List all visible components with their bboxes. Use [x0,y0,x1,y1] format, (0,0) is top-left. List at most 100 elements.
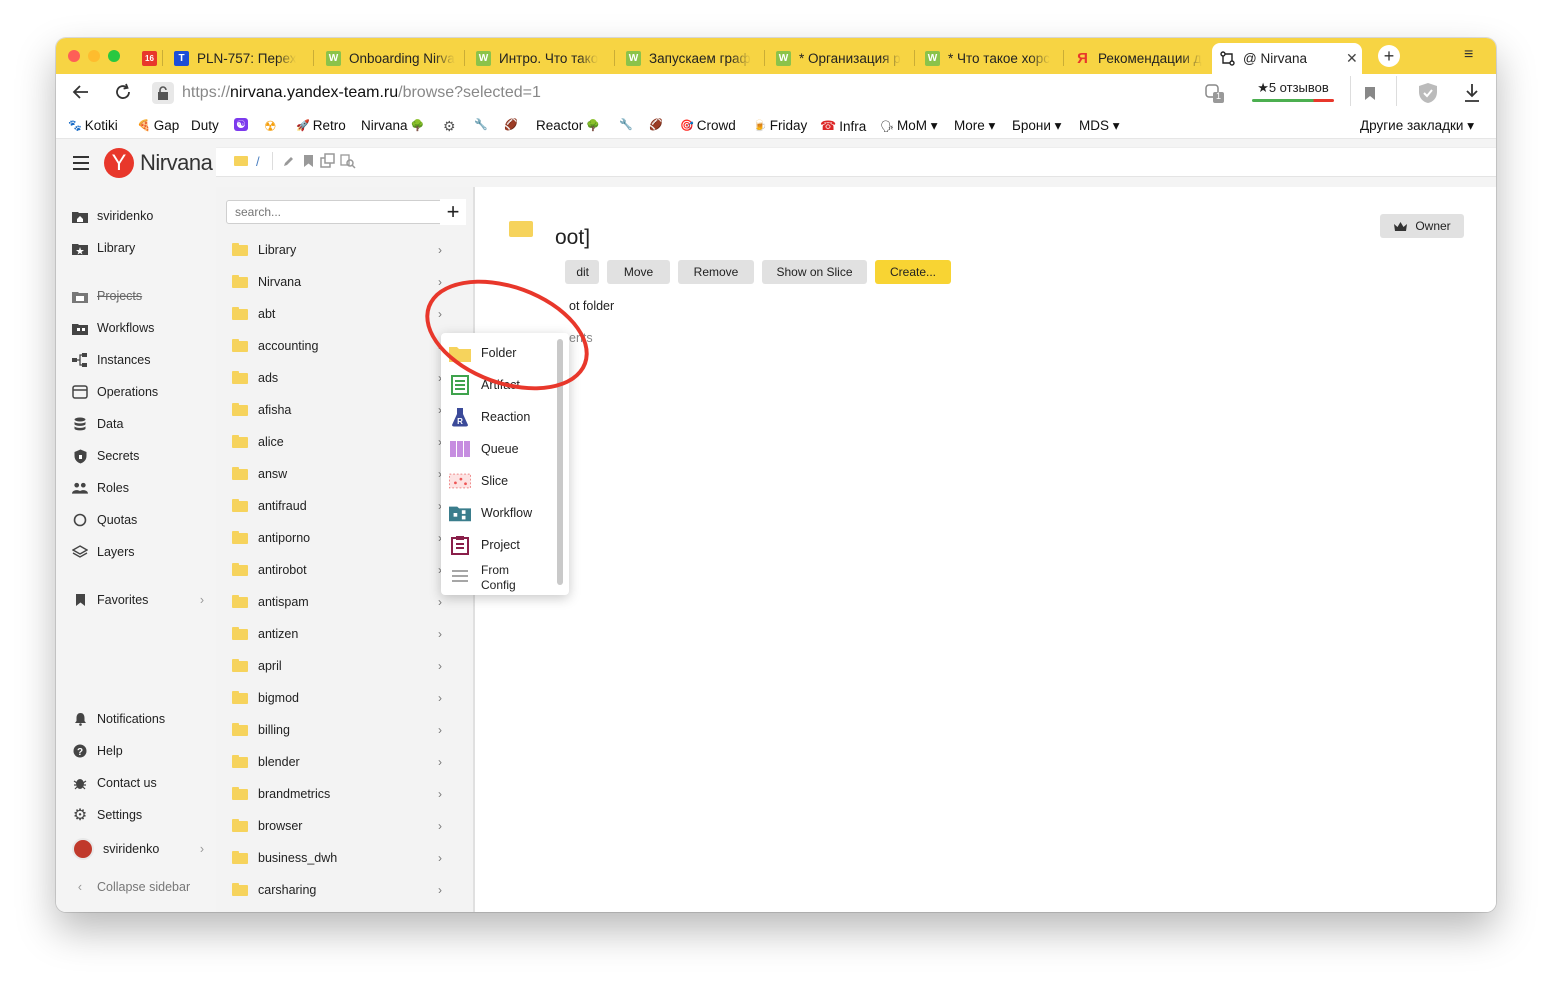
folder-row[interactable]: business_dwh › [232,848,442,868]
folder-row[interactable]: bigmod › [232,688,442,708]
folder-row[interactable]: antispam › [232,592,442,612]
tab-recommendations[interactable]: Я Рекомендации д [1067,43,1212,74]
edit-button[interactable]: dit [565,260,599,284]
folder-row[interactable]: browser › [232,816,442,836]
folder-row[interactable]: abt › [232,304,442,324]
nav-help[interactable]: ? Help [72,744,123,758]
tab-intro[interactable]: W Интро. Что тако [468,43,613,74]
folder-row[interactable]: antizen › [232,624,442,644]
nav-favorites[interactable]: Favorites › [72,593,204,607]
browser-menu-icon[interactable]: ≡ [1464,46,1473,64]
tab-launch[interactable]: W Запускаем граф [618,43,763,74]
folder-row[interactable]: Nirvana › [232,272,442,292]
nav-quotas[interactable]: Quotas [72,513,137,527]
comments-link[interactable]: ents [569,331,593,345]
create-button[interactable]: Create... [875,260,951,284]
add-button[interactable]: + [440,199,466,225]
lock-icon[interactable] [152,82,174,104]
bookmark-yinyang[interactable]: ☯ [234,118,248,131]
download-icon[interactable] [1463,83,1481,106]
bookmark-icon[interactable] [303,154,314,168]
close-tab-icon[interactable]: ✕ [1346,50,1358,67]
folder-row[interactable]: antirobot › [232,560,442,580]
bookmark-crowd[interactable]: 🎯 Crowd [680,118,736,133]
folder-row[interactable]: carsharing › [232,880,442,900]
back-arrow-icon[interactable] [72,83,90,107]
other-bookmarks[interactable]: Другие закладки ▾ [1360,118,1474,134]
folder-row[interactable]: brandmetrics › [232,784,442,804]
edit-pencil-icon[interactable] [282,155,295,168]
protect-shield-icon[interactable] [1418,82,1438,107]
menu-item-project[interactable]: Project [449,535,520,555]
folder-row[interactable]: Library › [232,240,442,260]
bookmark-gear[interactable]: ⚙ [443,118,456,135]
tab-pln[interactable]: T PLN-757: Перех [166,43,311,74]
nav-layers[interactable]: Layers [72,545,135,559]
bookmark-infra[interactable]: ☎ Infra [820,118,866,134]
menu-item-folder[interactable]: Folder [449,343,516,363]
nav-instances[interactable]: Instances [72,353,151,367]
folder-icon[interactable] [234,156,248,166]
new-tab-button[interactable]: + [1378,45,1400,67]
find-icon[interactable] [340,153,356,169]
bookmark-football[interactable]: 🏈 [504,118,518,131]
url-field[interactable]: https://nirvana.yandex-team.ru/browse?se… [182,84,541,102]
nav-library[interactable]: Library [72,241,135,255]
bookmark-duty[interactable]: Duty [191,118,219,133]
folder-row[interactable]: ads › [232,368,442,388]
folder-row[interactable]: april › [232,656,442,676]
nav-user-home[interactable]: sviridenko [72,209,153,223]
show-on-slice-button[interactable]: Show on Slice [762,260,867,284]
folder-row[interactable]: antiporno › [232,528,442,548]
bookmark-page-icon[interactable] [1364,86,1376,104]
bookmark-retro[interactable]: 🚀 Retro [296,118,346,133]
folder-row[interactable]: alice › [232,432,442,452]
nav-notifications[interactable]: Notifications [72,712,165,726]
copy-icon[interactable] [320,153,336,169]
bookmark-nirvana[interactable]: Nirvana 🌳 [361,118,424,133]
bookmark-more[interactable]: More ▾ [954,118,995,134]
folder-row[interactable]: afisha › [232,400,442,420]
folder-row[interactable]: answ › [232,464,442,484]
bookmark-broni[interactable]: Брони ▾ [1012,118,1061,134]
tab-nirvana-active[interactable]: @ Nirvana ✕ [1212,43,1362,74]
nav-profile[interactable]: sviridenko › [72,838,204,860]
owner-button[interactable]: Owner [1380,214,1464,238]
nav-roles[interactable]: Roles [72,481,129,495]
menu-item-workflow[interactable]: Workflow [449,503,532,523]
download-tray-icon[interactable]: 1 [1204,82,1226,107]
bookmark-reactor[interactable]: Reactor 🌳 [536,118,600,133]
bookmark-wrench[interactable]: 🔧 [474,118,488,131]
search-input[interactable] [226,200,454,224]
nav-projects[interactable]: Projects [72,289,142,303]
bookmark-radiation[interactable]: ☢ [264,118,277,135]
bookmark-football-2[interactable]: 🏈 [649,118,663,131]
bookmark-mds[interactable]: MDS ▾ [1079,118,1120,134]
tab-onboarding[interactable]: W Onboarding Nirva [318,43,463,74]
minimize-window-button[interactable] [88,50,100,62]
breadcrumb-root[interactable]: / [256,154,260,169]
nav-settings[interactable]: ⚙ Settings [72,807,142,824]
remove-button[interactable]: Remove [678,260,754,284]
tab-organization[interactable]: W * Организация р [768,43,913,74]
app-logo-text[interactable]: Nirvana [140,150,213,176]
folder-row[interactable]: accounting › [232,336,442,356]
menu-item-queue[interactable]: Queue [449,439,519,459]
nav-workflows[interactable]: Workflows [72,321,154,335]
bookmark-mom[interactable]: 🗣 MoM ▾ [880,118,938,134]
folder-row[interactable]: blender › [232,752,442,772]
nav-data[interactable]: Data [72,417,123,431]
folder-row[interactable]: antifraud › [232,496,442,516]
reload-icon[interactable] [114,83,132,104]
move-button[interactable]: Move [607,260,670,284]
folder-row[interactable]: billing › [232,720,442,740]
bookmark-gap[interactable]: 🍕 Gap [137,118,179,133]
tab-calendar[interactable]: 16 [134,43,162,74]
bookmark-wrench-2[interactable]: 🔧 [619,118,633,131]
bookmark-kotiki[interactable]: 🐾 Kotiki [68,118,118,133]
menu-item-slice[interactable]: Slice [449,471,508,491]
menu-item-reaction[interactable]: R Reaction [449,407,530,427]
bookmark-friday[interactable]: 🍺 Friday [753,118,807,133]
dropdown-scrollbar[interactable] [557,339,563,585]
tab-what-is[interactable]: W * Что такое хорс [917,43,1062,74]
